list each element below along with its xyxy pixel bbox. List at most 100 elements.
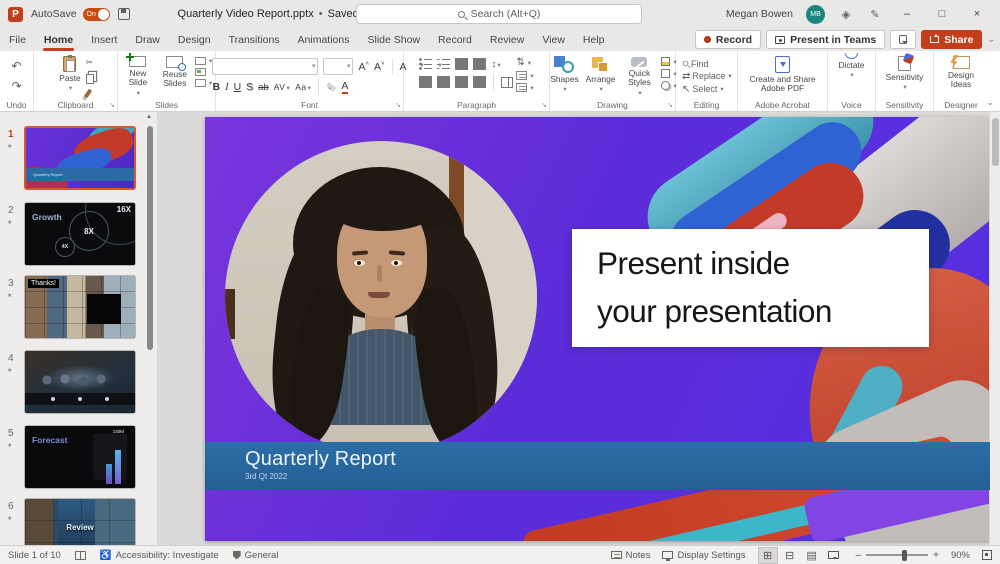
avatar[interactable]: MB bbox=[806, 4, 825, 24]
font-dialog-launcher[interactable]: ↘ bbox=[395, 101, 401, 109]
slideshow-view-button[interactable] bbox=[824, 547, 844, 564]
format-painter-icon[interactable] bbox=[83, 88, 92, 99]
character-spacing-button[interactable]: AV bbox=[274, 82, 290, 92]
close-button[interactable]: × bbox=[966, 8, 988, 20]
comments-button[interactable] bbox=[890, 30, 917, 49]
redo-icon[interactable]: ↷ bbox=[11, 79, 21, 93]
notes-button[interactable]: Notes bbox=[610, 550, 650, 561]
tab-home[interactable]: Home bbox=[35, 28, 82, 51]
layout-button[interactable] bbox=[194, 57, 212, 65]
shape-fill-icon[interactable] bbox=[661, 57, 676, 66]
shape-outline-icon[interactable] bbox=[661, 69, 676, 78]
file-title[interactable]: Quarterly Video Report.pptx • Saved ▾ bbox=[178, 8, 368, 20]
presenter-camera-feed[interactable] bbox=[225, 141, 537, 453]
quick-styles-button[interactable]: Quick Styles bbox=[620, 55, 658, 98]
powerpoint-app-icon[interactable]: P bbox=[8, 6, 23, 22]
bold-button[interactable]: B bbox=[212, 81, 220, 93]
scroll-up-icon[interactable]: ▲ bbox=[146, 114, 152, 120]
present-in-teams-button[interactable]: Present in Teams bbox=[766, 30, 886, 49]
scrollbar-thumb[interactable] bbox=[147, 126, 153, 350]
select-button[interactable]: ↖ Select bbox=[682, 84, 724, 95]
text-shadow-button[interactable]: S bbox=[246, 81, 253, 93]
animation-star-icon[interactable]: ★ bbox=[7, 515, 12, 522]
strikethrough-button[interactable]: ab bbox=[258, 82, 269, 93]
undo-icon[interactable]: ↶ bbox=[11, 59, 21, 73]
sensitivity-status[interactable]: General bbox=[232, 550, 278, 561]
text-direction-icon[interactable]: ⇅ bbox=[516, 57, 533, 68]
font-size-combobox[interactable] bbox=[323, 58, 354, 75]
tab-animations[interactable]: Animations bbox=[289, 28, 359, 51]
italic-button[interactable]: I bbox=[225, 82, 229, 93]
increase-indent-icon[interactable] bbox=[473, 58, 487, 70]
find-button[interactable]: Find bbox=[682, 59, 709, 69]
convert-smartart-icon[interactable] bbox=[516, 83, 533, 92]
proofing-button[interactable] bbox=[74, 550, 86, 560]
change-case-button[interactable]: Aa bbox=[295, 82, 311, 92]
section-button[interactable] bbox=[194, 79, 212, 87]
slide-sorter-view-button[interactable]: ⊟ bbox=[780, 547, 800, 564]
decrease-indent-icon[interactable] bbox=[455, 58, 469, 70]
decrease-font-icon[interactable]: A˅ bbox=[374, 61, 385, 73]
paragraph-dialog-launcher[interactable]: ↘ bbox=[541, 101, 547, 109]
design-ideas-button[interactable]: Design Ideas bbox=[942, 55, 980, 98]
slide-5-art[interactable]: Forecast 140M bbox=[24, 425, 136, 489]
cut-icon[interactable]: ✂ bbox=[86, 57, 94, 68]
tab-view[interactable]: View bbox=[533, 28, 574, 51]
tab-design[interactable]: Design bbox=[169, 28, 220, 51]
bullets-icon[interactable] bbox=[419, 58, 433, 70]
new-slide-button[interactable]: New Slide bbox=[121, 53, 155, 98]
tab-file[interactable]: File bbox=[0, 28, 35, 51]
slide-2-art[interactable]: Growth 8X 4X 16X bbox=[24, 202, 136, 266]
collapse-ribbon-icon[interactable]: ⌄ bbox=[986, 97, 994, 108]
line-spacing-icon[interactable]: ↕ bbox=[491, 59, 500, 70]
scrollbar-thumb[interactable] bbox=[992, 118, 999, 166]
animation-star-icon[interactable]: ★ bbox=[7, 442, 12, 449]
normal-view-button[interactable]: ⊞ bbox=[757, 546, 778, 564]
maximize-button[interactable]: □ bbox=[931, 8, 953, 20]
slide-title-bar[interactable]: Quarterly Report 3rd Qt 2022 bbox=[205, 442, 990, 490]
align-center-icon[interactable] bbox=[437, 76, 451, 88]
slide-3-art[interactable]: Thanks! bbox=[24, 275, 136, 339]
zoom-in-button[interactable]: + bbox=[933, 550, 939, 561]
display-settings-button[interactable]: Display Settings bbox=[662, 550, 746, 561]
reading-view-button[interactable]: ▤ bbox=[802, 547, 822, 564]
animation-star-icon[interactable]: ★ bbox=[7, 143, 12, 150]
tab-insert[interactable]: Insert bbox=[82, 28, 126, 51]
zoom-out-button[interactable]: – bbox=[856, 550, 862, 561]
animation-star-icon[interactable]: ★ bbox=[7, 367, 12, 374]
increase-font-icon[interactable]: A˄ bbox=[358, 61, 369, 73]
slide-1-art[interactable]: Quarterly Report bbox=[24, 126, 136, 190]
copy-icon[interactable] bbox=[85, 74, 94, 84]
reset-button[interactable] bbox=[194, 68, 212, 76]
canvas-scrollbar[interactable] bbox=[989, 112, 1000, 545]
align-left-icon[interactable] bbox=[419, 76, 433, 88]
shapes-button[interactable]: Shapes bbox=[548, 55, 580, 98]
zoom-slider[interactable] bbox=[866, 549, 929, 561]
tab-transitions[interactable]: Transitions bbox=[220, 28, 289, 51]
tab-review[interactable]: Review bbox=[481, 28, 533, 51]
shape-effects-icon[interactable] bbox=[661, 81, 676, 90]
align-right-icon[interactable] bbox=[455, 76, 469, 88]
ribbon-options-icon[interactable]: ⌄ bbox=[987, 34, 995, 45]
font-name-combobox[interactable] bbox=[212, 58, 319, 75]
autosave-toggle[interactable]: On bbox=[82, 7, 110, 21]
dictate-button[interactable]: Dictate bbox=[836, 53, 866, 98]
thumbnail-scrollbar[interactable]: ▲ bbox=[146, 114, 154, 544]
drawing-dialog-launcher[interactable]: ↘ bbox=[667, 101, 673, 109]
gem-icon[interactable]: ◈ bbox=[838, 8, 854, 21]
tab-slide-show[interactable]: Slide Show bbox=[359, 28, 430, 51]
create-pdf-button[interactable]: Create and Share Adobe PDF bbox=[742, 55, 824, 98]
replace-button[interactable]: ⇄ Replace bbox=[682, 71, 732, 82]
justify-icon[interactable] bbox=[473, 76, 487, 88]
headline-text-box[interactable]: Present inside your presentation bbox=[572, 229, 929, 347]
clipboard-dialog-launcher[interactable]: ↘ bbox=[109, 101, 115, 109]
slide-4-art[interactable] bbox=[24, 350, 136, 414]
highlight-color-icon[interactable] bbox=[326, 82, 337, 92]
accessibility-status[interactable]: ♿ Accessibility: Investigate bbox=[100, 550, 219, 561]
fit-to-window-icon[interactable] bbox=[982, 550, 992, 560]
columns-icon[interactable] bbox=[501, 76, 514, 88]
zoom-slider-knob[interactable] bbox=[902, 549, 907, 561]
current-slide[interactable]: Present inside your presentation Quarter… bbox=[205, 117, 990, 541]
animation-star-icon[interactable]: ★ bbox=[7, 292, 12, 299]
sensitivity-button[interactable]: Sensitivity bbox=[884, 55, 926, 98]
